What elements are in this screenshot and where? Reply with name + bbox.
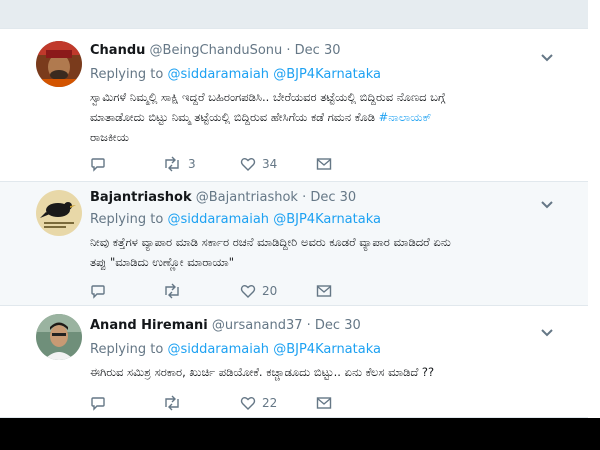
retweet-button[interactable] [162,394,188,412]
tweet-line: ಈಗಿರುವ ಸಮಿಶ್ರ ಸರಕಾರ, ಖುರ್ಚಿ ಪಡಿಯೋಕೆ. ಕಚ್… [90,365,435,379]
like-count: 20 [262,284,278,298]
scrollbar[interactable] [588,0,600,418]
avatar[interactable] [36,314,82,360]
mention-link[interactable]: @BJP4Karnataka [273,342,381,357]
like-count: 34 [262,157,278,171]
mention-link[interactable]: @siddaramaiah [167,212,269,227]
tweet-header: Anand Hiremani @ursanand37 · Dec 30 [90,318,361,333]
retweet-count: 3 [188,157,196,171]
timestamp[interactable]: Dec 30 [295,43,341,58]
avatar[interactable] [36,190,82,236]
mention-link[interactable]: @siddaramaiah [167,342,269,357]
tweet-text: ನೀವು ಕತ್ತೆಗಳ ವ್ಯಾಪಾರ ಮಾಡಿ ಸರ್ಕಾರ ರಚನೆ ಮಾ… [90,232,570,272]
tweet-actions: 22 [90,394,350,412]
heart-icon [240,397,256,410]
separator: · [306,318,311,333]
display-name[interactable]: Bajantriashok [90,190,192,205]
replying-to: Replying to @siddaramaiah @BJP4Karnataka [90,67,381,82]
timeline-frame: Chandu @BeingChanduSonu · Dec 30 Replyin… [0,0,600,418]
mention-link[interactable]: @BJP4Karnataka [273,67,381,82]
tweet-actions: 20 [90,282,350,300]
tweet-line-text: ಮಾತಾಡೋದು ಬಿಟ್ಟು ನಿಮ್ಮ ತಟ್ಟೆಯಲ್ಲಿ ಬಿದ್ದಿರ… [90,110,375,124]
replying-to: Replying to @siddaramaiah @BJP4Karnataka [90,212,381,227]
tweet-card[interactable]: Bajantriashok @Bajantriashok · Dec 30 Re… [0,182,588,306]
replying-label: Replying to [90,342,164,357]
retweet-icon [165,283,179,299]
reply-icon [91,285,105,299]
heart-icon [240,158,256,171]
reply-button[interactable] [90,282,106,300]
chevron-down-icon[interactable] [540,48,554,62]
hashtag-link[interactable]: #ನಾಲಾಯಕ್ [379,110,432,124]
reply-button[interactable] [90,394,106,412]
retweet-button[interactable]: 3 [162,155,196,173]
tweet-text: ಸ್ವಾಮಿಗಳೆ ನಿಮ್ಮಲ್ಲಿ ಸಾಕ್ಷಿ ಇದ್ದರೆ ಬಹಿರಂಗ… [90,87,570,147]
heart-icon [240,285,256,298]
handle[interactable]: @Bajantriashok [196,190,298,205]
like-button[interactable]: 34 [240,155,277,173]
message-button[interactable] [316,155,332,173]
reply-icon [91,158,105,172]
handle[interactable]: @ursanand37 [212,318,303,333]
message-button[interactable] [316,282,332,300]
chevron-down-icon[interactable] [540,323,554,337]
replying-label: Replying to [90,67,164,82]
mention-link[interactable]: @BJP4Karnataka [273,212,381,227]
separator: · [302,190,307,205]
retweet-icon [165,395,179,411]
timestamp[interactable]: Dec 30 [310,190,356,205]
envelope-icon [316,158,332,170]
bottom-bar [0,418,600,450]
tweet-card[interactable]: Chandu @BeingChanduSonu · Dec 30 Replyin… [0,28,588,182]
like-button[interactable]: 22 [240,394,277,412]
display-name[interactable]: Chandu [90,43,145,58]
avatar[interactable] [36,41,82,87]
retweet-icon [165,156,179,172]
tweet-line: ಮಾತಾಡೋದು ಬಿಟ್ಟು ನಿಮ್ಮ ತಟ್ಟೆಯಲ್ಲಿ ಬಿದ್ದಿರ… [90,107,570,127]
tweet-line: ರಾಜಕೀಯ [90,130,129,144]
tweet-text: ಈಗಿರುವ ಸಮಿಶ್ರ ಸರಕಾರ, ಖುರ್ಚಿ ಪಡಿಯೋಕೆ. ಕಚ್… [90,362,570,382]
tweet-header: Chandu @BeingChanduSonu · Dec 30 [90,43,341,58]
replying-label: Replying to [90,212,164,227]
envelope-icon [316,397,332,409]
reply-button[interactable] [90,155,106,173]
mention-link[interactable]: @siddaramaiah [167,67,269,82]
reply-icon [91,397,105,411]
tweet-header: Bajantriashok @Bajantriashok · Dec 30 [90,190,356,205]
display-name[interactable]: Anand Hiremani [90,318,208,333]
like-button[interactable]: 20 [240,282,277,300]
tweet-actions: 3 34 [90,155,350,173]
separator: · [286,43,291,58]
handle[interactable]: @BeingChanduSonu [150,43,283,58]
tweet-card[interactable]: Anand Hiremani @ursanand37 · Dec 30 Repl… [0,306,588,418]
replying-to: Replying to @siddaramaiah @BJP4Karnataka [90,342,381,357]
tweet-line: ನೀವು ಕತ್ತೆಗಳ ವ್ಯಾಪಾರ ಮಾಡಿ ಸರ್ಕಾರ ರಚನೆ ಮಾ… [90,235,451,249]
retweet-button[interactable] [162,282,188,300]
like-count: 22 [262,396,278,410]
tweet-line: ಸ್ವಾಮಿಗಳೆ ನಿಮ್ಮಲ್ಲಿ ಸಾಕ್ಷಿ ಇದ್ದರೆ ಬಹಿರಂಗ… [90,90,446,104]
timestamp[interactable]: Dec 30 [315,318,361,333]
envelope-icon [316,285,332,297]
message-button[interactable] [316,394,332,412]
tweet-line: ತಪ್ಪು "ಮಾಡಿದು ಉಣ್ಣೋ ಮಾರಾಯಾ" [90,255,235,269]
chevron-down-icon[interactable] [540,195,554,209]
